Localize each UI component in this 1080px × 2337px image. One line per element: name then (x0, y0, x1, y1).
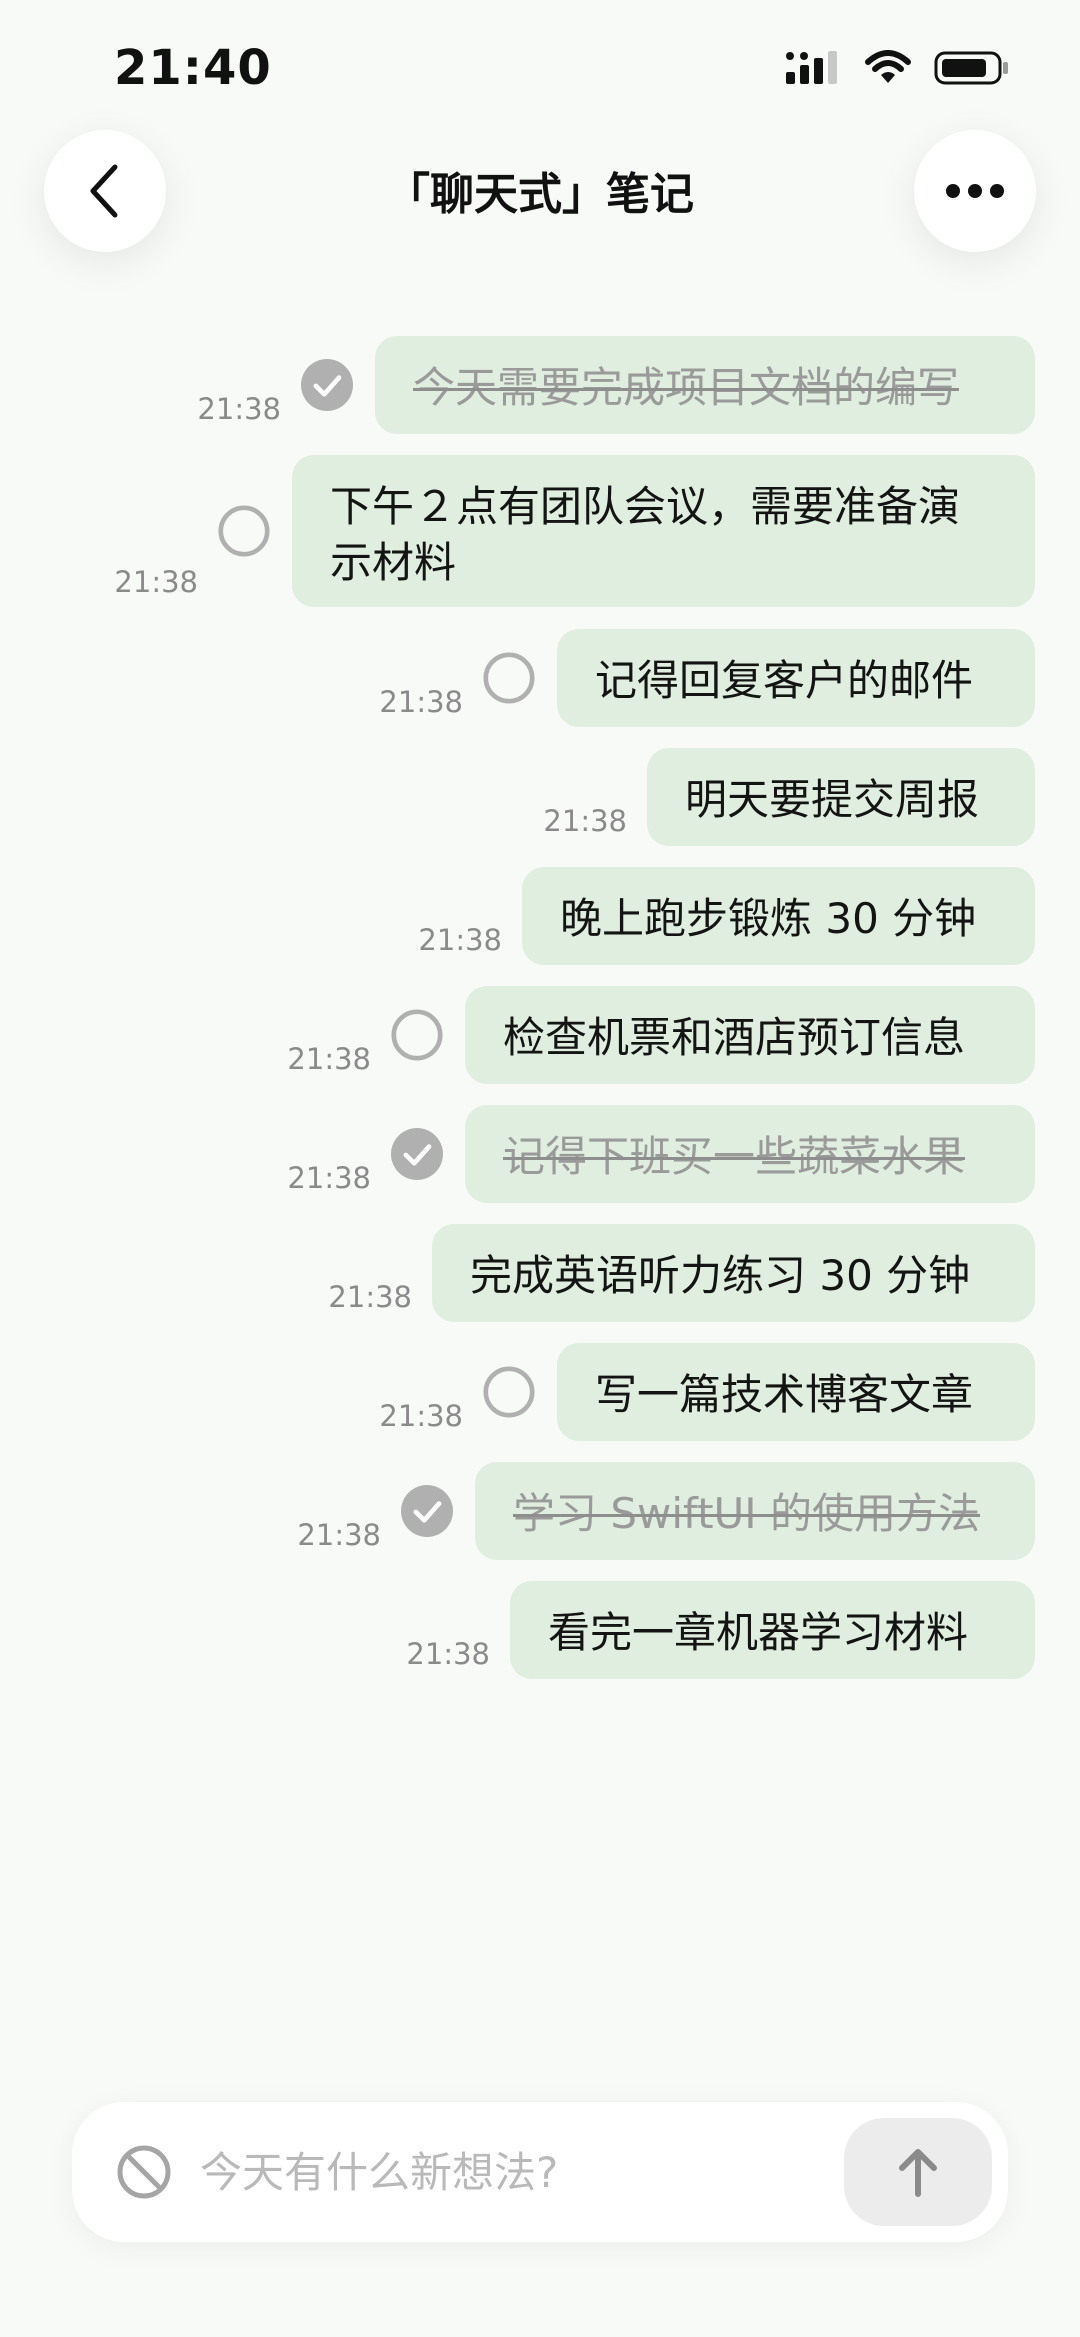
message-time: 21:38 (197, 392, 281, 426)
message-bubble[interactable]: 记得回复客户的邮件 (557, 629, 1035, 727)
message-bubble[interactable]: 完成英语听力练习 30 分钟 (432, 1224, 1035, 1322)
unchecked-circle-icon[interactable] (391, 1009, 443, 1061)
battery-icon (934, 51, 1008, 85)
message-time: 21:38 (114, 565, 198, 599)
message-bubble[interactable]: 写一篇技术博客文章 (557, 1343, 1035, 1441)
message-time: 21:38 (406, 1637, 490, 1671)
unchecked-circle-icon[interactable] (218, 505, 270, 557)
status-bar: 21:40 (0, 0, 1080, 130)
message-row: 21:38 写一篇技术博客文章 (379, 1343, 1035, 1441)
message-row: 21:38 下午２点有团队会议，需要准备演示材料 (114, 455, 1035, 607)
message-row: 21:38 检查机票和酒店预订信息 (287, 986, 1035, 1084)
message-row: 21:38 晚上跑步锻炼 30 分钟 (418, 867, 1035, 965)
no-entry-icon[interactable] (116, 2144, 172, 2200)
message-row: 21:38 记得回复客户的邮件 (379, 629, 1035, 727)
message-bubble[interactable]: 检查机票和酒店预订信息 (465, 986, 1035, 1084)
cellular-signal-icon (786, 51, 837, 84)
message-time: 21:38 (287, 1042, 371, 1076)
message-bubble[interactable]: 晚上跑步锻炼 30 分钟 (522, 867, 1035, 965)
message-time: 21:38 (379, 1399, 463, 1433)
message-bubble[interactable]: 明天要提交周报 (647, 748, 1035, 846)
message-time: 21:38 (328, 1280, 412, 1314)
chat-notes-screen: 21:40 「聊天式」笔记 21:38 今天需要完成项目文档的编写 21:38 … (0, 0, 1080, 2337)
status-time: 21:40 (114, 40, 272, 96)
message-time: 21:38 (297, 1518, 381, 1552)
checked-circle-icon[interactable] (391, 1128, 443, 1180)
message-bubble[interactable]: 记得下班买一些蔬菜水果 (465, 1105, 1035, 1203)
message-time: 21:38 (379, 685, 463, 719)
message-row: 21:38 今天需要完成项目文档的编写 (197, 336, 1035, 434)
message-time: 21:38 (418, 923, 502, 957)
unchecked-circle-icon[interactable] (483, 1366, 535, 1418)
message-row: 21:38 明天要提交周报 (543, 748, 1035, 846)
message-bubble[interactable]: 学习 SwiftUI 的使用方法 (475, 1462, 1035, 1560)
message-row: 21:38 完成英语听力练习 30 分钟 (328, 1224, 1035, 1322)
composer-bar (72, 2102, 1008, 2242)
arrow-up-icon (899, 2149, 937, 2197)
checked-circle-icon[interactable] (301, 359, 353, 411)
message-row: 21:38 记得下班买一些蔬菜水果 (287, 1105, 1035, 1203)
send-button[interactable] (844, 2118, 992, 2226)
message-bubble[interactable]: 今天需要完成项目文档的编写 (375, 336, 1035, 434)
message-bubble[interactable]: 看完一章机器学习材料 (510, 1581, 1035, 1679)
message-row: 21:38 看完一章机器学习材料 (406, 1581, 1035, 1679)
ellipsis-icon (946, 184, 1004, 198)
more-options-button[interactable] (914, 130, 1036, 252)
message-time: 21:38 (287, 1161, 371, 1195)
status-icons (786, 50, 1010, 86)
note-input[interactable] (200, 2132, 880, 2212)
unchecked-circle-icon[interactable] (483, 652, 535, 704)
message-bubble[interactable]: 下午２点有团队会议，需要准备演示材料 (292, 455, 1035, 607)
message-row: 21:38 学习 SwiftUI 的使用方法 (297, 1462, 1035, 1560)
checked-circle-icon[interactable] (401, 1485, 453, 1537)
message-time: 21:38 (543, 804, 627, 838)
wifi-icon (865, 50, 911, 83)
